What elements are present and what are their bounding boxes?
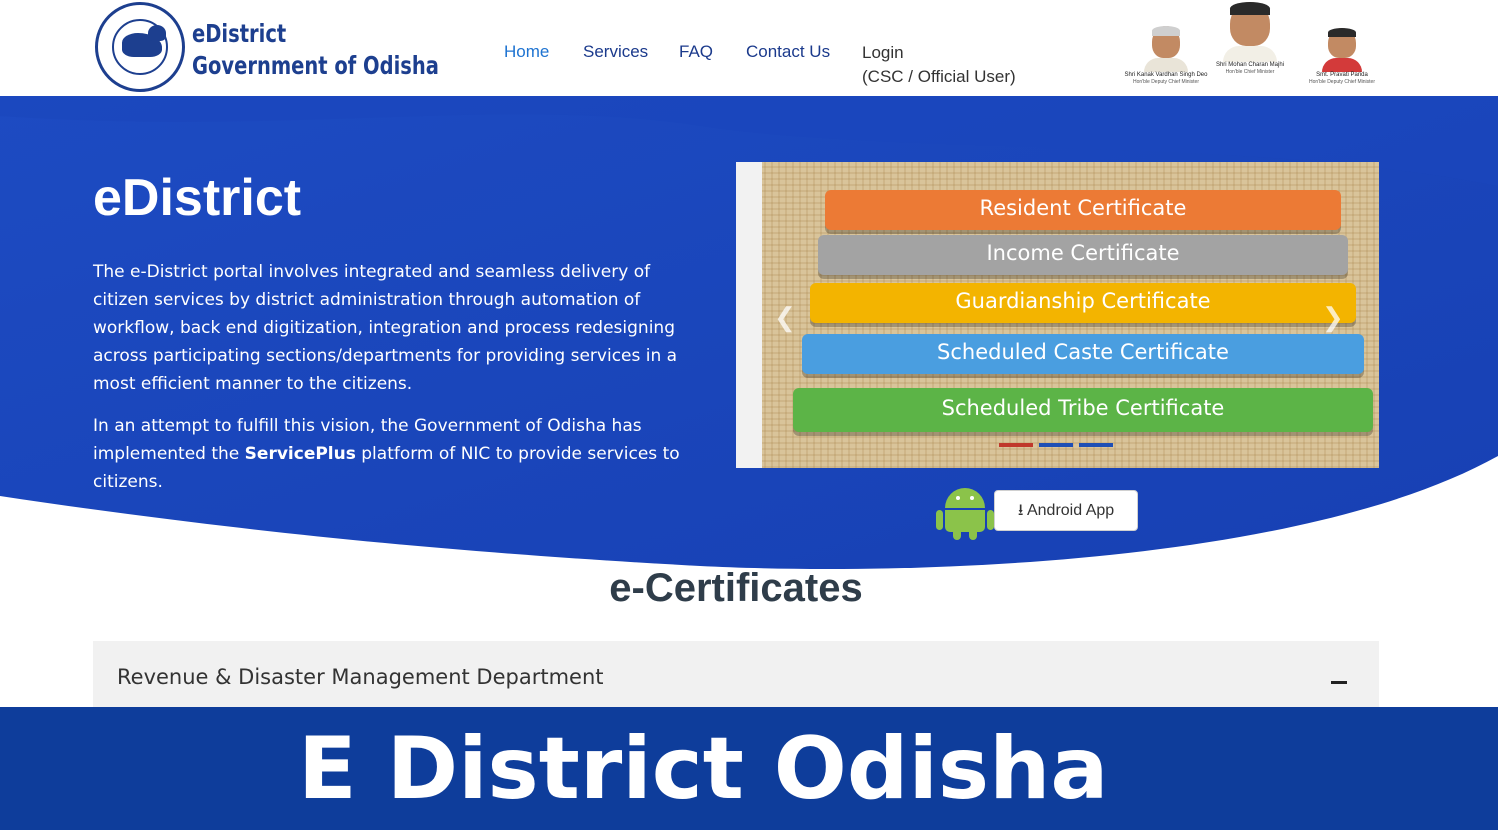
android-app-label: Android App	[1026, 502, 1115, 519]
nav-contact-us[interactable]: Contact Us	[746, 42, 830, 62]
leader-name: Smt. Pravati Parida	[1316, 72, 1368, 78]
leader-photo	[1328, 28, 1356, 58]
odisha-emblem-logo[interactable]	[95, 2, 185, 92]
hero-description: The e-District portal involves integrate…	[93, 262, 678, 394]
collapse-icon[interactable]	[1331, 681, 1347, 684]
emblem-beast-head	[148, 25, 166, 41]
login-link[interactable]: Login (CSC / Official User)	[862, 41, 1016, 89]
certificate-carousel[interactable]: Resident Certificate Income Certificate …	[736, 162, 1379, 468]
accordion-label: Revenue & Disaster Management Department	[117, 665, 604, 689]
leader-role: Hon'ble Deputy Chief Minister	[1133, 79, 1199, 85]
brand-line-2: Government of Odisha	[192, 51, 439, 80]
section-title: e-Certificates	[609, 566, 863, 610]
hero-title: eDistrict	[93, 169, 302, 227]
carousel-prev-icon[interactable]: ❮	[774, 302, 796, 333]
leader-deputy-cm-2: Smt. Pravati Parida Hon'ble Deputy Chief…	[1304, 28, 1380, 85]
title-banner: E District Odisha	[0, 707, 1498, 830]
carousel-next-icon[interactable]: ❯	[1322, 302, 1344, 333]
nav-services[interactable]: Services	[583, 42, 648, 62]
accordion-revenue-department[interactable]: Revenue & Disaster Management Department	[93, 641, 1379, 711]
leader-photo	[1152, 26, 1180, 58]
carousel-indicator[interactable]	[1079, 443, 1113, 447]
edistrict-page: eDistrict Government of Odisha Home Serv…	[0, 0, 1498, 830]
carousel-indicators	[999, 434, 1119, 452]
leader-chief-minister: Shri Mohan Charan Majhi Hon'ble Chief Mi…	[1206, 2, 1294, 75]
leader-name: Shri Kanak Vardhan Singh Deo	[1124, 72, 1208, 78]
brand-name[interactable]: eDistrict Government of Odisha	[192, 18, 439, 82]
leader-deputy-cm-1: Shri Kanak Vardhan Singh Deo Hon'ble Dep…	[1123, 26, 1209, 85]
carousel-indicator[interactable]	[1039, 443, 1073, 447]
slide-resident-certificate: Resident Certificate	[825, 190, 1341, 230]
leader-name: Shri Mohan Charan Majhi	[1215, 62, 1285, 68]
slide-scheduled-tribe-certificate: Scheduled Tribe Certificate	[793, 388, 1373, 432]
banner-title: E District Odisha	[298, 719, 1109, 819]
leader-role: Hon'ble Chief Minister	[1225, 69, 1275, 75]
leader-photo	[1230, 2, 1270, 46]
android-app-button[interactable]: ⭳ Android App	[994, 490, 1138, 531]
slide-scheduled-caste-certificate: Scheduled Caste Certificate	[802, 334, 1364, 374]
site-header: eDistrict Government of Odisha Home Serv…	[0, 0, 1498, 96]
nav-home[interactable]: Home	[504, 42, 549, 62]
login-label: Login	[862, 43, 904, 62]
hero-servicepplus-note: In an attempt to fulfill this vision, th…	[93, 416, 680, 492]
brand-line-1: eDistrict	[192, 19, 287, 48]
leader-role: Hon'ble Deputy Chief Minister	[1309, 79, 1375, 85]
serviceplus-highlight: ServicePlus	[244, 444, 356, 464]
android-icon	[936, 484, 994, 540]
slide-guardianship-certificate: Guardianship Certificate	[810, 283, 1356, 323]
login-user-type: (CSC / Official User)	[862, 67, 1016, 86]
nav-faq[interactable]: FAQ	[679, 42, 713, 62]
carousel-indicator[interactable]	[999, 443, 1033, 447]
slide-income-certificate: Income Certificate	[818, 235, 1348, 275]
download-icon: ⭳	[1017, 502, 1024, 519]
